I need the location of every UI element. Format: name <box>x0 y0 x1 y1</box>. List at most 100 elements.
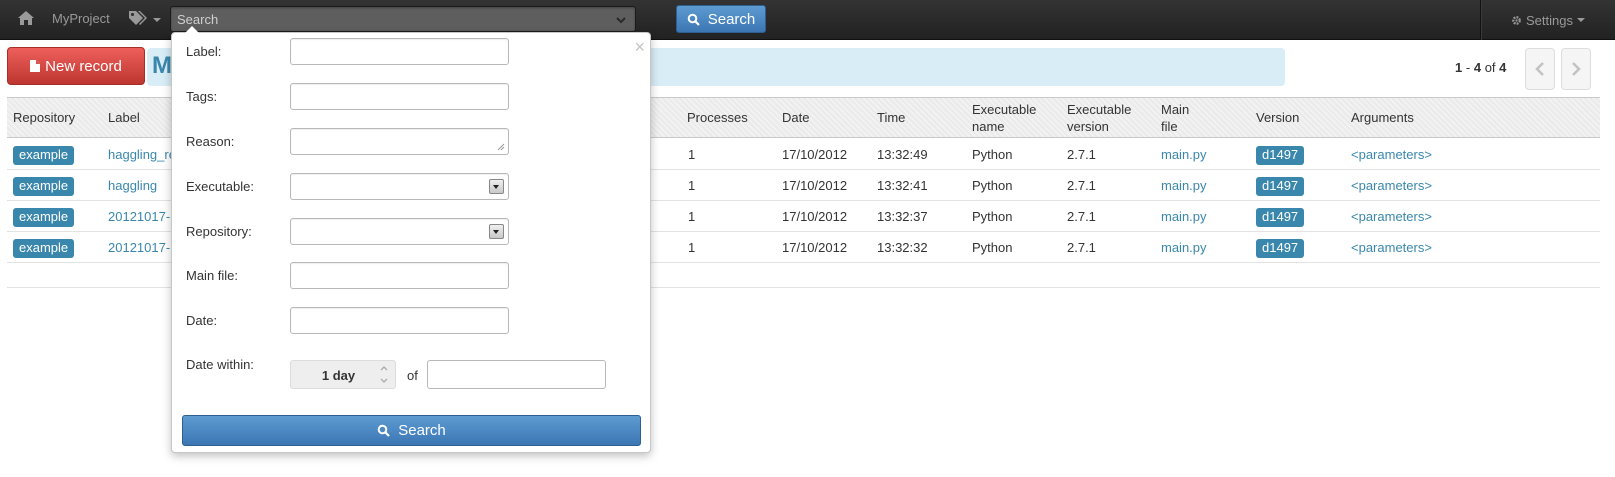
pagination-dash: - <box>1465 60 1471 75</box>
main-file-link[interactable]: main.py <box>1161 240 1207 255</box>
search-icon <box>377 424 391 437</box>
close-icon[interactable]: × <box>634 38 645 56</box>
spinner-up-icon[interactable] <box>379 363 389 373</box>
date-cell: 17/10/2012 <box>782 240 848 255</box>
header-executable-name-line2: name <box>972 119 1005 134</box>
previous-page-button[interactable] <box>1525 48 1555 90</box>
executable-version-cell: 2.7.1 <box>1067 240 1096 255</box>
search-icon <box>687 13 700 26</box>
chevron-left-icon <box>1535 62 1544 76</box>
date-of-input[interactable] <box>427 360 606 389</box>
dropdown-arrow-icon[interactable] <box>489 224 504 239</box>
repository-badge[interactable]: example <box>13 239 75 258</box>
repository-badge[interactable]: example <box>13 146 75 165</box>
record-label-link[interactable]: haggling <box>108 178 157 193</box>
header-arguments[interactable]: Arguments <box>1351 109 1414 126</box>
home-icon[interactable] <box>17 9 35 27</box>
arguments-link[interactable]: <parameters> <box>1351 178 1432 193</box>
date-cell: 17/10/2012 <box>782 209 848 224</box>
header-executable-version-line2: version <box>1067 119 1109 134</box>
record-label-link[interactable]: haggling_re <box>108 147 176 162</box>
tags-field-label: Tags: <box>186 89 218 104</box>
navbar-search-input[interactable]: Search <box>170 6 636 32</box>
version-badge[interactable]: d1497 <box>1256 239 1305 258</box>
repository-select[interactable] <box>290 218 509 245</box>
executable-field-label: Executable: <box>186 179 254 194</box>
popover-search-label: Search <box>398 422 446 439</box>
time-cell: 13:32:49 <box>877 147 928 162</box>
label-field-label: Label: <box>186 44 222 59</box>
header-main-file-line1: Main <box>1161 102 1190 117</box>
repository-badge[interactable]: example <box>13 177 75 196</box>
date-within-spinner[interactable]: 1 day <box>290 360 396 389</box>
header-executable-version[interactable]: Executable version <box>1067 101 1131 135</box>
new-record-label: New record <box>45 57 122 75</box>
arguments-link[interactable]: <parameters> <box>1351 147 1432 162</box>
reason-textarea[interactable] <box>290 128 509 155</box>
header-executable-name-line1: Executable <box>972 102 1037 117</box>
repository-badge[interactable]: example <box>13 208 75 227</box>
header-version[interactable]: Version <box>1256 109 1299 126</box>
header-executable-name[interactable]: Executable name <box>972 101 1036 135</box>
next-page-button[interactable] <box>1561 48 1591 90</box>
processes-cell: 1 <box>688 209 696 224</box>
processes-cell: 1 <box>688 147 696 162</box>
main-file-link[interactable]: main.py <box>1161 147 1207 162</box>
date-cell: 17/10/2012 <box>782 178 848 193</box>
resize-handle-icon[interactable] <box>497 143 505 151</box>
chevron-right-icon <box>1572 62 1581 76</box>
date-field-label: Date: <box>186 313 218 328</box>
tags-input[interactable] <box>290 83 509 110</box>
pagination-total: 4 <box>1499 60 1507 75</box>
settings-dropdown[interactable]: Settings <box>1480 0 1615 40</box>
date-cell: 17/10/2012 <box>782 147 848 162</box>
popover-search-button[interactable]: Search <box>182 415 641 446</box>
header-main-file-line2: file <box>1161 119 1178 134</box>
advanced-search-popover: × Label: Tags: Reason: Executable: Repos… <box>171 26 651 453</box>
main-file-link[interactable]: main.py <box>1161 178 1207 193</box>
arguments-link[interactable]: <parameters> <box>1351 209 1432 224</box>
caret-down-icon <box>153 18 161 22</box>
chevron-down-icon[interactable] <box>615 14 627 26</box>
navbar-search-button[interactable]: Search <box>676 5 766 33</box>
header-repository[interactable]: Repository <box>13 109 75 126</box>
header-time[interactable]: Time <box>877 109 905 126</box>
time-cell: 13:32:37 <box>877 209 928 224</box>
record-label-link[interactable]: 20121017-1 <box>108 209 177 224</box>
label-input[interactable] <box>290 38 509 65</box>
time-cell: 13:32:41 <box>877 178 928 193</box>
main-file-link[interactable]: main.py <box>1161 209 1207 224</box>
repository-field-label: Repository: <box>186 224 252 239</box>
project-brand-link[interactable]: MyProject <box>52 11 110 26</box>
date-input[interactable] <box>290 307 509 334</box>
record-label-link[interactable]: 20121017-1 <box>108 240 177 255</box>
of-label: of <box>407 368 418 383</box>
tags-dropdown[interactable] <box>128 10 161 26</box>
version-badge[interactable]: d1497 <box>1256 177 1305 196</box>
time-cell: 13:32:32 <box>877 240 928 255</box>
executable-cell: Python <box>972 147 1013 162</box>
header-processes[interactable]: Processes <box>687 109 748 126</box>
banner-initial: M <box>152 52 172 79</box>
date-within-value: 1 day <box>321 368 356 383</box>
main-file-input[interactable] <box>290 262 509 289</box>
popover-arrow <box>185 26 199 33</box>
spinner-down-icon[interactable] <box>379 376 389 386</box>
executable-version-cell: 2.7.1 <box>1067 178 1096 193</box>
executable-cell: Python <box>972 240 1013 255</box>
header-main-file[interactable]: Main file <box>1161 101 1189 135</box>
header-label[interactable]: Label <box>108 109 140 126</box>
navbar-search-label: Search <box>707 10 756 28</box>
version-badge[interactable]: d1497 <box>1256 146 1305 165</box>
header-executable-version-line1: Executable <box>1067 102 1132 117</box>
dropdown-arrow-icon[interactable] <box>489 179 504 194</box>
version-badge[interactable]: d1497 <box>1256 208 1305 227</box>
arguments-link[interactable]: <parameters> <box>1351 240 1432 255</box>
header-date[interactable]: Date <box>782 109 809 126</box>
new-record-button[interactable]: New record <box>7 47 145 85</box>
executable-version-cell: 2.7.1 <box>1067 147 1096 162</box>
executable-cell: Python <box>972 178 1013 193</box>
processes-cell: 1 <box>688 240 696 255</box>
executable-select[interactable] <box>290 173 509 200</box>
search-placeholder: Search <box>177 12 219 27</box>
